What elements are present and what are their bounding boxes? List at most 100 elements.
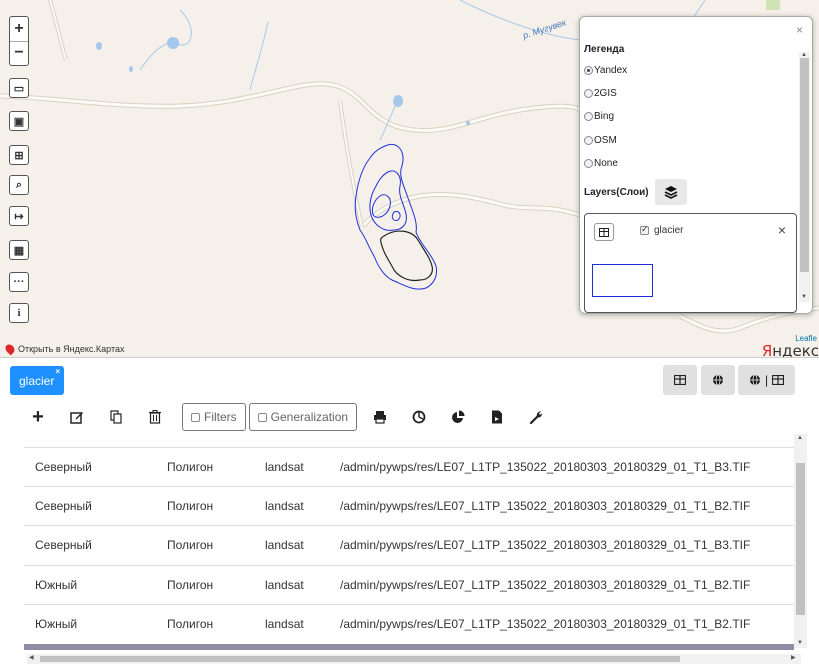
tab-close-icon[interactable]: × (55, 367, 60, 376)
horizontal-scroll-thumb[interactable] (40, 656, 680, 662)
layer-checkbox[interactable] (640, 224, 649, 235)
table-row[interactable]: Северный Полигон landsat/admin/pywps/res/L… (24, 525, 794, 564)
basemap-radio[interactable] (584, 89, 593, 98)
layers-icon (664, 186, 677, 199)
cell-source: landsat (265, 460, 304, 475)
ruler-icon: ▭ (13, 82, 25, 95)
print-icon[interactable] (368, 405, 392, 429)
cell-region: Южный (35, 616, 78, 631)
wrench-icon[interactable] (524, 405, 548, 429)
scroll-right-icon[interactable]: ▶ (791, 654, 796, 661)
table-button[interactable]: ⊞ (9, 145, 29, 165)
trash-icon[interactable] (143, 405, 167, 429)
table-row[interactable]: Южный Полигон landsat/admin/pywps/res/LE07… (24, 603, 794, 643)
basemap-option-2gis[interactable]: 2GIS (584, 88, 617, 99)
generalization-label: Generalization (270, 410, 349, 424)
basemap-radio[interactable] (584, 112, 593, 121)
sign-in-icon: ↦ (14, 210, 24, 223)
more-button[interactable]: ··· (9, 272, 29, 292)
cell-geometry: Полигон (167, 577, 214, 592)
yandex-logo-y: Я (761, 342, 773, 357)
vertical-scroll-thumb[interactable] (796, 463, 805, 615)
table-view-button[interactable] (663, 365, 697, 395)
legend-scroll-thumb[interactable] (800, 58, 809, 272)
layer-visibility-toggle[interactable]: glacier (640, 224, 684, 236)
filters-label: Filters (204, 410, 237, 424)
layer-name: glacier (654, 225, 684, 236)
basemap-option-yandex[interactable]: Yandex (584, 65, 627, 76)
scroll-down-icon[interactable]: ▼ (797, 640, 803, 646)
layers-button[interactable] (654, 179, 687, 205)
zoom-in-button[interactable]: + (10, 17, 28, 42)
legend-close-icon[interactable]: × (796, 23, 803, 37)
generalization-button[interactable]: Generalization (248, 403, 358, 431)
calculator-button[interactable]: ▦ (9, 240, 29, 260)
remove-layer-icon[interactable]: × (778, 222, 786, 238)
table-row[interactable]: Северный Полигон landsat/admin/pywps/res/L… (24, 447, 794, 486)
scroll-up-icon[interactable]: ▲ (797, 435, 803, 441)
yandex-attribution[interactable]: Открыть в Яндекс.Картах (3, 342, 124, 356)
globe-icon (713, 374, 723, 386)
basemap-radio[interactable] (584, 136, 593, 145)
cell-source: landsat (265, 616, 304, 631)
basemap-radio[interactable] (584, 66, 593, 75)
table-vertical-scrollbar[interactable]: ▲ ▼ (794, 434, 807, 648)
basemap-radio[interactable] (584, 159, 593, 168)
ruler-button[interactable]: ▭ (9, 78, 29, 98)
attribution-text[interactable]: Открыть в Яндекс.Картах (18, 344, 124, 354)
legend-scrollbar[interactable]: ▲ ▼ (799, 52, 810, 302)
basemap-label: None (594, 158, 618, 169)
map-view-button[interactable] (701, 365, 735, 395)
info-icon: i (17, 307, 21, 319)
cell-source: landsat (265, 499, 304, 514)
layers-row: Layers(Слои) (584, 179, 687, 205)
file-icon[interactable] (485, 405, 509, 429)
basemap-label: Yandex (594, 65, 628, 76)
chart-pie-icon[interactable] (407, 405, 431, 429)
edit-icon[interactable] (65, 405, 89, 429)
table-footer-bar (24, 644, 794, 650)
plus-icon[interactable]: + (26, 405, 50, 429)
legend-panel: × Легенда Yandex 2GIS Bing OSM None Layers(С… (579, 16, 813, 314)
layer-card-glacier: glacier × (584, 213, 797, 313)
cell-path: /admin/pywps/res/LE07_L1TP_135022_201803… (340, 577, 751, 592)
table-row[interactable]: Северный Полигон landsat/admin/pywps/res/L… (24, 486, 794, 525)
split-view-button[interactable]: | (738, 365, 795, 395)
scroll-left-icon[interactable]: ◀ (29, 654, 34, 661)
cell-region: Северный (35, 538, 92, 553)
attribute-panel: glacier × | + Filters Generalization Сев… (0, 357, 819, 664)
attribute-toolbar: + Filters Generalization (26, 402, 563, 432)
layer-table-button[interactable] (594, 223, 614, 241)
layer-style-swatch[interactable] (592, 264, 653, 297)
basemap-option-osm[interactable]: OSM (584, 135, 617, 146)
copy-icon[interactable] (104, 405, 128, 429)
layers-label: Layers(Слои) (584, 186, 649, 198)
search-icon: ⌕ (15, 178, 23, 191)
filters-checkbox[interactable] (191, 412, 200, 422)
cell-path: /admin/pywps/res/LE07_L1TP_135022_201803… (340, 538, 751, 553)
zoom-out-button[interactable]: − (10, 42, 28, 66)
scroll-down-icon[interactable]: ▼ (801, 294, 807, 300)
yandex-logo: Яндекс (762, 342, 819, 357)
sign-in-button[interactable]: ↦ (9, 206, 29, 226)
zoom-control: + − (9, 16, 29, 66)
map-view[interactable]: р. Мугувек + − ▭ ▣ ⊞ ⌕ ↦ ▦ ··· i Открыть… (0, 0, 819, 357)
basemap-option-none[interactable]: None (584, 158, 618, 169)
map-pin-icon (3, 342, 17, 356)
tab-label: glacier (19, 373, 55, 388)
cell-region: Северный (35, 499, 92, 514)
tab-glacier[interactable]: glacier × (10, 366, 64, 395)
cell-region: Южный (35, 577, 78, 592)
table-icon: ⊞ (14, 149, 24, 162)
cell-geometry: Полигон (167, 460, 214, 475)
chart-pie-alt-icon[interactable] (446, 405, 470, 429)
divider: | (764, 373, 769, 387)
generalization-checkbox[interactable] (257, 412, 267, 422)
filters-button[interactable]: Filters (182, 403, 246, 431)
table-row[interactable]: Южный Полигон landsat/admin/pywps/res/LE07… (24, 564, 794, 604)
search-button[interactable]: ⌕ (9, 175, 29, 195)
yandex-logo-rest: ндекс (772, 342, 819, 357)
basemap-option-bing[interactable]: Bing (584, 111, 614, 122)
info-button[interactable]: i (9, 303, 29, 323)
database-button[interactable]: ▣ (9, 111, 29, 131)
